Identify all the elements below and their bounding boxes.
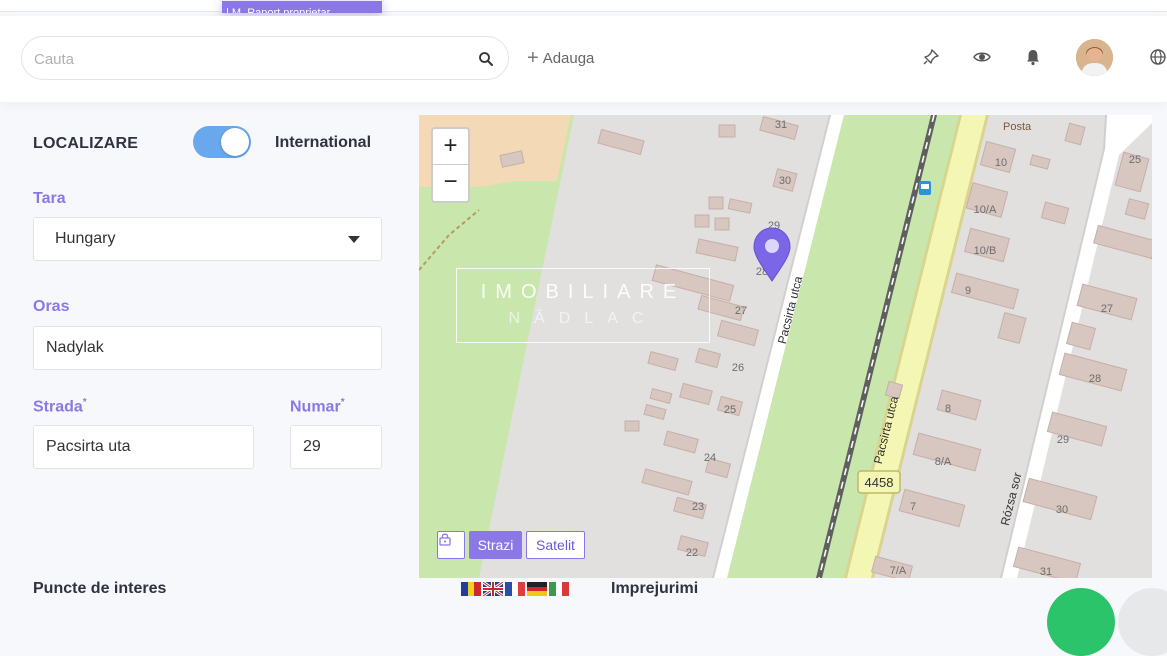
bell-icon[interactable] <box>1024 48 1042 66</box>
lock-icon <box>439 533 451 546</box>
pin-icon[interactable] <box>922 48 940 66</box>
house-number: 10/A <box>974 204 997 216</box>
house-number: 25 <box>724 404 736 416</box>
house-number: 22 <box>686 547 698 559</box>
number-label-text: Numar <box>290 398 341 416</box>
report-tab[interactable]: | M. Raport proprietar <box>222 1 382 13</box>
city-label: Oras <box>33 298 70 315</box>
number-input[interactable]: 29 <box>290 425 382 469</box>
required-mark: * <box>340 397 345 408</box>
watermark-line2: NĂDLAC <box>508 310 658 327</box>
city-input[interactable]: Nadylak <box>33 326 382 370</box>
top-header: + Adauga <box>0 16 1167 102</box>
number-label: Numar* <box>290 397 345 416</box>
ro-flag-icon[interactable] <box>461 582 482 596</box>
add-button[interactable]: + Adauga <box>527 46 594 70</box>
house-number: 30 <box>779 175 791 187</box>
house-number: 29 <box>1057 434 1069 446</box>
top-strip <box>0 0 1167 12</box>
poi-title: Puncte de interes <box>33 580 167 597</box>
satellite-layer-button[interactable]: Satelit <box>526 531 585 559</box>
eye-icon[interactable] <box>973 48 991 66</box>
watermark-line1: IMOBILIARE <box>480 281 686 303</box>
uk-flag-icon[interactable] <box>483 582 503 596</box>
streets-layer-button[interactable]: Strazi <box>469 531 522 559</box>
city-value: Nadylak <box>46 339 104 356</box>
house-number: 26 <box>732 362 744 374</box>
street-label: Strada* <box>33 397 87 416</box>
country-select[interactable]: Hungary <box>33 217 382 261</box>
fr-flag-icon[interactable] <box>505 582 526 596</box>
road-number-label: 4458 <box>865 475 894 490</box>
house-number: 28 <box>1089 373 1101 385</box>
watermark-logo: IMOBILIARE NĂDLAC <box>456 268 710 343</box>
avatar[interactable] <box>1076 39 1113 76</box>
international-toggle[interactable] <box>193 126 251 158</box>
house-number: 8/A <box>935 456 952 468</box>
posta-label: Posta <box>1003 121 1032 133</box>
search-input[interactable] <box>34 48 454 70</box>
country-value: Hungary <box>55 230 116 247</box>
language-flags <box>461 582 570 597</box>
it-flag-icon[interactable] <box>549 582 570 596</box>
search-icon[interactable] <box>478 51 494 67</box>
map-tiles: 31 30 29 28 27 26 25 24 23 22 10 10/A 10… <box>419 115 1152 578</box>
required-mark: * <box>82 397 87 408</box>
de-flag-icon[interactable] <box>527 582 547 597</box>
search-box[interactable] <box>21 36 509 80</box>
number-value: 29 <box>303 438 321 455</box>
house-number: 7 <box>910 501 916 513</box>
action-button[interactable] <box>1047 588 1115 656</box>
add-button-label: Adauga <box>542 49 595 67</box>
surroundings-title: Imprejurimi <box>611 580 699 597</box>
house-number: 9 <box>965 285 971 297</box>
zoom-control: + − <box>431 127 470 203</box>
house-number: 8 <box>945 403 951 415</box>
section-title: LOCALIZARE <box>33 135 139 152</box>
house-number: 24 <box>704 452 716 464</box>
country-label: Tara <box>33 190 66 207</box>
street-label-text: Strada <box>33 398 83 416</box>
house-number: 10 <box>995 157 1007 169</box>
house-number: 25 <box>1129 154 1141 166</box>
street-value: Pacsirta uta <box>46 438 131 455</box>
toggle-knob <box>221 128 249 156</box>
house-number: 23 <box>692 501 704 513</box>
house-number: 27 <box>1101 303 1113 315</box>
house-number: 31 <box>1040 566 1052 578</box>
house-number: 30 <box>1056 504 1068 516</box>
globe-icon[interactable] <box>1149 48 1167 66</box>
secondary-action-button[interactable] <box>1118 588 1167 656</box>
chevron-down-icon <box>348 236 360 243</box>
zoom-in-button[interactable]: + <box>433 129 468 165</box>
lock-button[interactable] <box>437 531 465 559</box>
house-number: 7/A <box>890 565 907 577</box>
house-number: 31 <box>775 119 787 131</box>
plus-icon: + <box>527 47 539 69</box>
location-form: LOCALIZARE International Tara Hungary Or… <box>0 110 410 610</box>
map[interactable]: 31 30 29 28 27 26 25 24 23 22 10 10/A 10… <box>419 115 1152 578</box>
house-number: 27 <box>735 305 747 317</box>
international-label: International <box>275 134 372 151</box>
house-number: 10/B <box>974 245 997 257</box>
zoom-out-button[interactable]: − <box>433 165 468 201</box>
street-input[interactable]: Pacsirta uta <box>33 425 254 469</box>
